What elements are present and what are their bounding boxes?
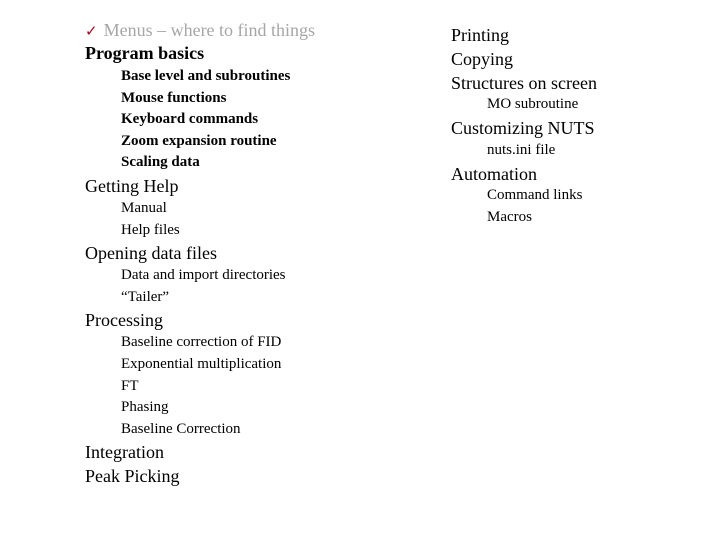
outline-subitem: Mouse functions (121, 90, 227, 106)
outline-subitem: Exponential multiplication (121, 356, 282, 372)
outline-heading-copying: Copying (451, 49, 514, 69)
outline-subitem: “Tailer” (121, 289, 170, 305)
outline-subitem: FT (121, 378, 139, 394)
outline-subitem: Baseline Correction (121, 421, 241, 437)
outline-heading-structures: Structures on screen (451, 73, 597, 93)
outline-heading-customizing: Customizing NUTS (451, 118, 595, 138)
outline-heading-program-basics: Program basics (85, 43, 205, 63)
outline-subitem: Command links (487, 187, 583, 203)
outline-subitem: MO subroutine (487, 96, 579, 112)
outline-heading-peak-picking: Peak Picking (85, 466, 180, 486)
outline-heading-automation: Automation (451, 164, 537, 184)
outline-subitem: Keyboard commands (121, 111, 259, 127)
outline-subitem: Zoom expansion routine (121, 133, 277, 149)
outline-subitem: Scaling data (121, 154, 200, 170)
outline-subitem: Macros (487, 209, 532, 225)
outline-subitem: Help files (121, 222, 180, 238)
outline-subitem: Data and import directories (121, 267, 286, 283)
outline-heading-getting-help: Getting Help (85, 176, 179, 196)
checkmark-icon: ✓ (85, 22, 98, 40)
outline-subitem: Manual (121, 200, 167, 216)
outline-subitem: Baseline correction of FID (121, 334, 282, 350)
outline-heading-processing: Processing (85, 310, 163, 330)
outline-item-label: Menus – where to find things (103, 20, 316, 40)
outline-heading-integration: Integration (85, 442, 164, 462)
outline-subitem: Base level and subroutines (121, 68, 291, 84)
outline-subitem: Phasing (121, 399, 169, 415)
outline-heading-opening-data-files: Opening data files (85, 243, 217, 263)
outline-heading-printing: Printing (451, 25, 510, 45)
outline-item-menus: ✓ Menus – where to find things (85, 20, 315, 41)
outline-subitem: nuts.ini file (487, 142, 556, 158)
